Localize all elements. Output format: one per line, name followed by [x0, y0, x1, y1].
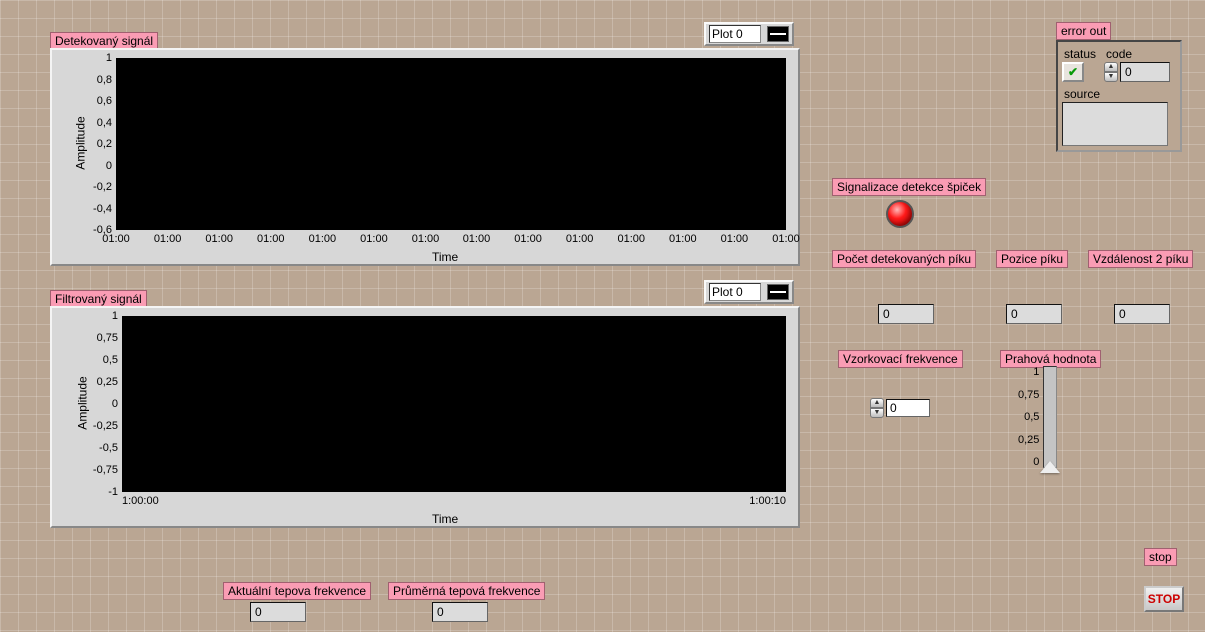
ytick: -0,25 [93, 420, 122, 432]
xtick: 01:00 [514, 230, 542, 245]
graph2-plot-area[interactable]: 1 0,75 0,5 0,25 0 -0,25 -0,5 -0,75 -1 1:… [122, 316, 786, 492]
graph2-container: 1 0,75 0,5 0,25 0 -0,25 -0,5 -0,75 -1 1:… [50, 306, 800, 528]
stop-label: stop [1144, 548, 1177, 566]
samplerate-spinner[interactable]: ▲▼ [870, 398, 884, 418]
ytick: 0,75 [97, 332, 122, 344]
samplerate-input[interactable] [886, 399, 930, 417]
peak-dist-value: 0 [1114, 304, 1170, 324]
xtick: 01:00 [721, 230, 749, 245]
graph1-xlabel: Time [432, 250, 458, 264]
ytick: -1 [108, 486, 122, 498]
threshold-thumb[interactable] [1040, 461, 1060, 473]
xtick: 01:00 [205, 230, 233, 245]
graph1-legend-input[interactable] [709, 25, 761, 43]
peak-dist-label: Vzdálenost 2 píku [1088, 250, 1193, 268]
ytick: 0 [112, 398, 122, 410]
xtick: 01:00 [360, 230, 388, 245]
xtick: 01:00 [566, 230, 594, 245]
xtick: 01:00 [309, 230, 337, 245]
graph2-xlabel: Time [432, 512, 458, 526]
stop-button[interactable]: STOP [1144, 586, 1184, 612]
slider-tick: 1 [1018, 366, 1039, 378]
check-icon: ✔ [1068, 65, 1078, 79]
waveform-icon [767, 26, 789, 42]
ytick: -0,2 [93, 181, 116, 193]
ytick: 0,6 [97, 95, 116, 107]
error-source-label: source [1062, 86, 1176, 102]
current-hr-label: Aktuální tepova frekvence [223, 582, 371, 600]
graph1-ylabel: Amplitude [74, 116, 88, 169]
xtick: 1:00:10 [749, 492, 786, 507]
slider-tick: 0,75 [1018, 389, 1039, 401]
ytick: -0,75 [93, 464, 122, 476]
xtick: 01:00 [257, 230, 285, 245]
slider-tick: 0 [1018, 456, 1039, 468]
threshold-track[interactable] [1043, 366, 1057, 468]
graph2-legend[interactable] [704, 280, 794, 304]
peak-pos-value: 0 [1006, 304, 1062, 324]
peak-count-value: 0 [878, 304, 934, 324]
waveform-icon [767, 284, 789, 300]
chevron-down-icon[interactable]: ▼ [870, 408, 884, 418]
xtick: 01:00 [154, 230, 182, 245]
ytick: 0,5 [103, 354, 122, 366]
error-status-led: ✔ [1062, 62, 1084, 82]
threshold-scale: 1 0,75 0,5 0,25 0 [1018, 366, 1043, 468]
chevron-up-icon[interactable]: ▲ [870, 398, 884, 408]
graph2-ylabel: Amplitude [76, 376, 90, 429]
ytick: -0,5 [99, 442, 122, 454]
xtick: 1:00:00 [122, 492, 159, 507]
error-code-value: 0 [1120, 62, 1170, 82]
error-code-label: code [1104, 46, 1170, 62]
ytick: -0,4 [93, 203, 116, 215]
xtick: 01:00 [102, 230, 130, 245]
ytick: 1 [106, 52, 116, 64]
peak-count-label: Počet detekovaných píku [832, 250, 976, 268]
chevron-up-icon[interactable]: ▲ [1104, 62, 1118, 72]
graph1-plot-area[interactable]: 1 0,8 0,6 0,4 0,2 0 -0,2 -0,4 -0,6 01:00… [116, 58, 786, 230]
error-code-spinner[interactable]: ▲▼ [1104, 62, 1118, 82]
ytick: 0 [106, 160, 116, 172]
ytick: 0,8 [97, 74, 116, 86]
error-cluster-label: error out [1056, 22, 1111, 40]
avg-hr-label: Průměrná tepová frekvence [388, 582, 545, 600]
slider-tick: 0,25 [1018, 434, 1039, 446]
slider-tick: 0,5 [1018, 411, 1039, 423]
current-hr-value: 0 [250, 602, 306, 622]
peak-pos-label: Pozice píku [996, 250, 1068, 268]
xtick: 01:00 [463, 230, 491, 245]
xtick: 01:00 [617, 230, 645, 245]
graph1-container: 1 0,8 0,6 0,4 0,2 0 -0,2 -0,4 -0,6 01:00… [50, 48, 800, 266]
spike-led [886, 200, 914, 228]
threshold-slider[interactable]: 1 0,75 0,5 0,25 0 [1018, 366, 1057, 468]
xtick: 01:00 [772, 230, 800, 245]
graph2-legend-input[interactable] [709, 283, 761, 301]
chevron-down-icon[interactable]: ▼ [1104, 72, 1118, 82]
samplerate-control[interactable]: ▲▼ [870, 398, 930, 418]
spike-led-label: Signalizace detekce špiček [832, 178, 986, 196]
samplerate-label: Vzorkovací frekvence [838, 350, 963, 368]
xtick: 01:00 [412, 230, 440, 245]
error-status-label: status [1062, 46, 1098, 62]
error-source-value[interactable] [1062, 102, 1168, 146]
ytick: 0,2 [97, 138, 116, 150]
ytick: 0,25 [97, 376, 122, 388]
ytick: 1 [112, 310, 122, 322]
graph1-legend[interactable] [704, 22, 794, 46]
error-cluster: status ✔ code ▲▼ 0 source [1056, 40, 1182, 152]
avg-hr-value: 0 [432, 602, 488, 622]
ytick: 0,4 [97, 117, 116, 129]
xtick: 01:00 [669, 230, 697, 245]
